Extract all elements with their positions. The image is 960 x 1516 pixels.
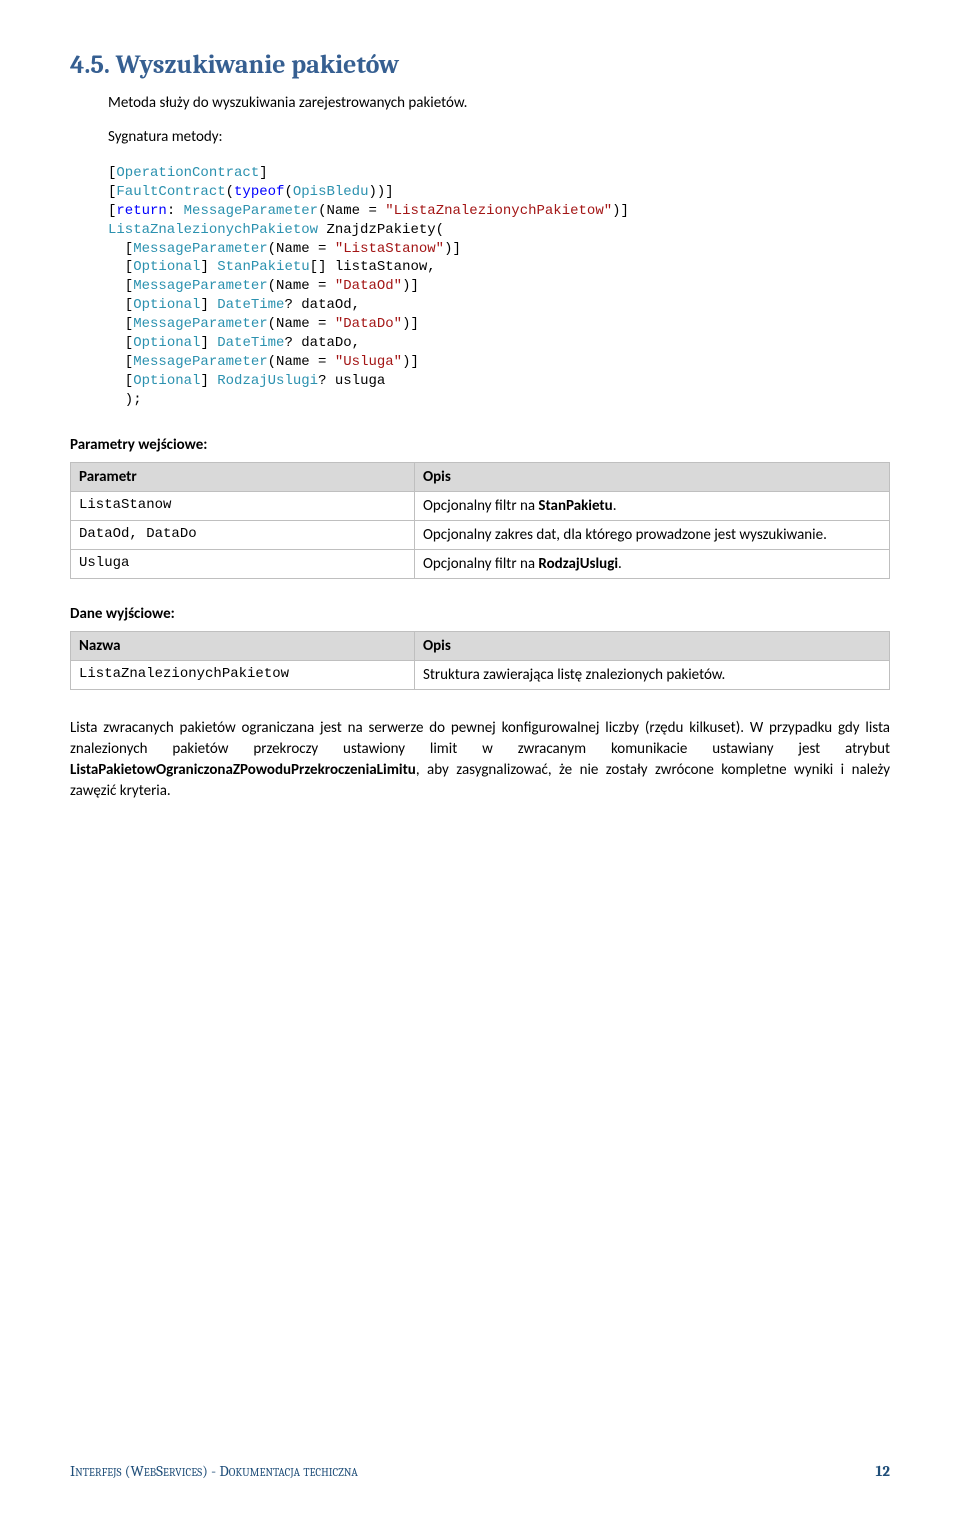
footer-left: Interfejs (WebServices) - Dokumentacja t… bbox=[70, 1462, 358, 1480]
table-row: ListaZnalezionychPakietow Struktura zawi… bbox=[71, 660, 890, 689]
output-data-title: Dane wyjściowe: bbox=[70, 605, 890, 623]
signature-label: Sygnatura metody: bbox=[108, 128, 890, 146]
output-name: ListaZnalezionychPakietow bbox=[71, 660, 415, 689]
table-row: DataOd, DataDo Opcjonalny zakres dat, dl… bbox=[71, 520, 890, 549]
table-row: Usluga Opcjonalny filtr na RodzajUslugi. bbox=[71, 549, 890, 578]
table-header-row: Parametr Opis bbox=[71, 462, 890, 491]
table-header-row: Nazwa Opis bbox=[71, 631, 890, 660]
table-header-desc: Opis bbox=[414, 462, 889, 491]
code-block: [OperationContract] [FaultContract(typeo… bbox=[108, 164, 890, 410]
param-desc: Opcjonalny filtr na RodzajUslugi. bbox=[414, 549, 889, 578]
param-desc: Opcjonalny zakres dat, dla którego prowa… bbox=[414, 520, 889, 549]
param-desc: Opcjonalny filtr na StanPakietu. bbox=[414, 491, 889, 520]
section-title: Wyszukiwanie pakietów bbox=[116, 50, 400, 80]
table-row: ListaStanow Opcjonalny filtr na StanPaki… bbox=[71, 491, 890, 520]
param-name: ListaStanow bbox=[71, 491, 415, 520]
table-header-param: Parametr bbox=[71, 462, 415, 491]
table-header-desc: Opis bbox=[414, 631, 889, 660]
input-params-table: Parametr Opis ListaStanow Opcjonalny fil… bbox=[70, 462, 890, 579]
page-number: 12 bbox=[876, 1462, 890, 1480]
body-paragraph: Lista zwracanych pakietów ograniczana je… bbox=[70, 718, 890, 802]
param-name: Usluga bbox=[71, 549, 415, 578]
output-data-table: Nazwa Opis ListaZnalezionychPakietow Str… bbox=[70, 631, 890, 690]
page-footer: Interfejs (WebServices) - Dokumentacja t… bbox=[70, 1462, 890, 1480]
intro-paragraph: Metoda służy do wyszukiwania zarejestrow… bbox=[108, 94, 890, 112]
section-heading: 4.5. Wyszukiwanie pakietów bbox=[70, 50, 890, 80]
param-name: DataOd, DataDo bbox=[71, 520, 415, 549]
input-params-title: Parametry wejściowe: bbox=[70, 436, 890, 454]
output-desc: Struktura zawierająca listę znalezionych… bbox=[414, 660, 889, 689]
table-header-name: Nazwa bbox=[71, 631, 415, 660]
section-number: 4.5. bbox=[70, 50, 110, 80]
